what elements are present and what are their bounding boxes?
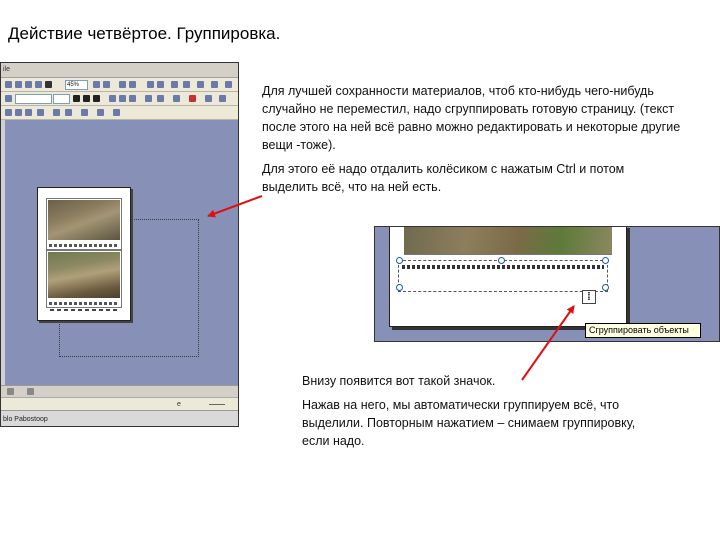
toolbar-icon[interactable] <box>171 81 178 88</box>
taskbar: blo Pabostoop <box>1 410 238 426</box>
text-line <box>50 309 118 311</box>
toolbar-icon[interactable] <box>205 95 212 102</box>
toolbar-icon[interactable] <box>5 109 12 116</box>
toolbar-icon[interactable] <box>219 95 226 102</box>
font-color-icon[interactable] <box>189 95 196 102</box>
status-bar: e <box>1 397 238 411</box>
page-icon[interactable] <box>7 388 14 395</box>
toolbar-icon[interactable] <box>197 81 204 88</box>
paragraph-icon[interactable] <box>45 81 52 88</box>
toolbar-icon[interactable] <box>129 81 136 88</box>
toolbar-icon[interactable] <box>25 81 32 88</box>
selection-handle[interactable] <box>396 284 403 291</box>
toolbar-icon[interactable] <box>93 81 100 88</box>
align-left-icon[interactable] <box>109 95 116 102</box>
toolbar-icon[interactable] <box>37 109 44 116</box>
menu-fragment: ile <box>3 66 11 73</box>
group-objects-icon[interactable]: ⁞ <box>582 290 596 304</box>
excavation-photo <box>404 227 612 255</box>
align-right-icon[interactable] <box>129 95 136 102</box>
toolbar-icon[interactable] <box>211 81 218 88</box>
toolbar-icon[interactable] <box>5 95 12 102</box>
excavation-photo <box>48 252 120 298</box>
toolbar-icon[interactable] <box>173 95 180 102</box>
selection-handle[interactable] <box>396 257 403 264</box>
toolbar-row-3 <box>1 106 238 120</box>
photo-caption <box>49 302 119 305</box>
selection-handle[interactable] <box>602 257 609 264</box>
toolbar-icon[interactable] <box>5 81 12 88</box>
photo-caption <box>49 244 119 247</box>
instruction-text-top: Для лучшей сохранности материалов, чтоб … <box>262 82 682 202</box>
instruction-text-bottom: Внизу появится вот такой значок. Нажав н… <box>302 372 662 456</box>
toolbar-icon[interactable] <box>145 95 152 102</box>
toolbar-icon[interactable] <box>147 81 154 88</box>
toolbar-icon[interactable] <box>113 109 120 116</box>
status-indicator <box>209 404 225 405</box>
toolbar-row-1: 45% <box>1 78 238 92</box>
toolbar-icon[interactable] <box>157 81 164 88</box>
toolbar-icon[interactable] <box>53 109 60 116</box>
toolbar-icon[interactable] <box>119 81 126 88</box>
screenshot-group-button: ⁞ Сгруппировать объекты <box>374 226 720 342</box>
font-field[interactable] <box>15 94 52 104</box>
selection-handle[interactable] <box>602 284 609 291</box>
instruction-paragraph-4: Нажав на него, мы автоматически группиру… <box>302 398 636 448</box>
toolbar-icon[interactable] <box>81 109 88 116</box>
toolbar-icon[interactable] <box>157 95 164 102</box>
underline-icon[interactable] <box>93 95 100 102</box>
photo-frame-bottom[interactable] <box>46 250 122 308</box>
group-objects-tooltip: Сгруппировать объекты <box>585 323 701 338</box>
italic-icon[interactable] <box>83 95 90 102</box>
selection-handle[interactable] <box>498 257 505 264</box>
menu-bar: ile <box>1 63 238 78</box>
publication-page-zoomed: ⁞ <box>389 227 627 327</box>
instruction-paragraph-1: Для лучшей сохранности материалов, чтоб … <box>262 84 681 152</box>
size-field[interactable] <box>53 94 70 104</box>
screenshot-publisher-zoomed-out: ile 45% e blo Pabostoop <box>0 62 239 427</box>
toolbar-icon[interactable] <box>25 109 32 116</box>
toolbar-icon[interactable] <box>225 81 232 88</box>
page-title: Действие четвёртое. Группировка. <box>8 24 281 43</box>
instruction-paragraph-3: Внизу появится вот такой значок. <box>302 374 496 388</box>
photo-frame-top[interactable] <box>46 198 122 250</box>
publication-page[interactable] <box>37 187 131 321</box>
toolbar-icon[interactable] <box>15 109 22 116</box>
page-icon[interactable] <box>27 388 34 395</box>
toolbar-icon[interactable] <box>15 81 22 88</box>
toolbar-icon[interactable] <box>65 109 72 116</box>
excavation-photo <box>48 200 120 240</box>
align-center-icon[interactable] <box>119 95 126 102</box>
toolbar-icon[interactable] <box>35 81 42 88</box>
taskbar-button[interactable]: blo Pabostoop <box>1 416 48 423</box>
zoom-field[interactable]: 45% <box>65 80 88 90</box>
instruction-paragraph-2: Для этого её надо отдалить колёсиком с н… <box>262 162 625 194</box>
toolbar-icon[interactable] <box>183 81 190 88</box>
selected-caption-frame[interactable] <box>398 260 608 292</box>
bold-icon[interactable] <box>73 95 80 102</box>
photo-caption <box>402 265 604 269</box>
toolbar-icon[interactable] <box>103 81 110 88</box>
toolbar-icon[interactable] <box>97 109 104 116</box>
toolbar-row-2 <box>1 92 238 106</box>
vertical-ruler <box>1 120 5 390</box>
